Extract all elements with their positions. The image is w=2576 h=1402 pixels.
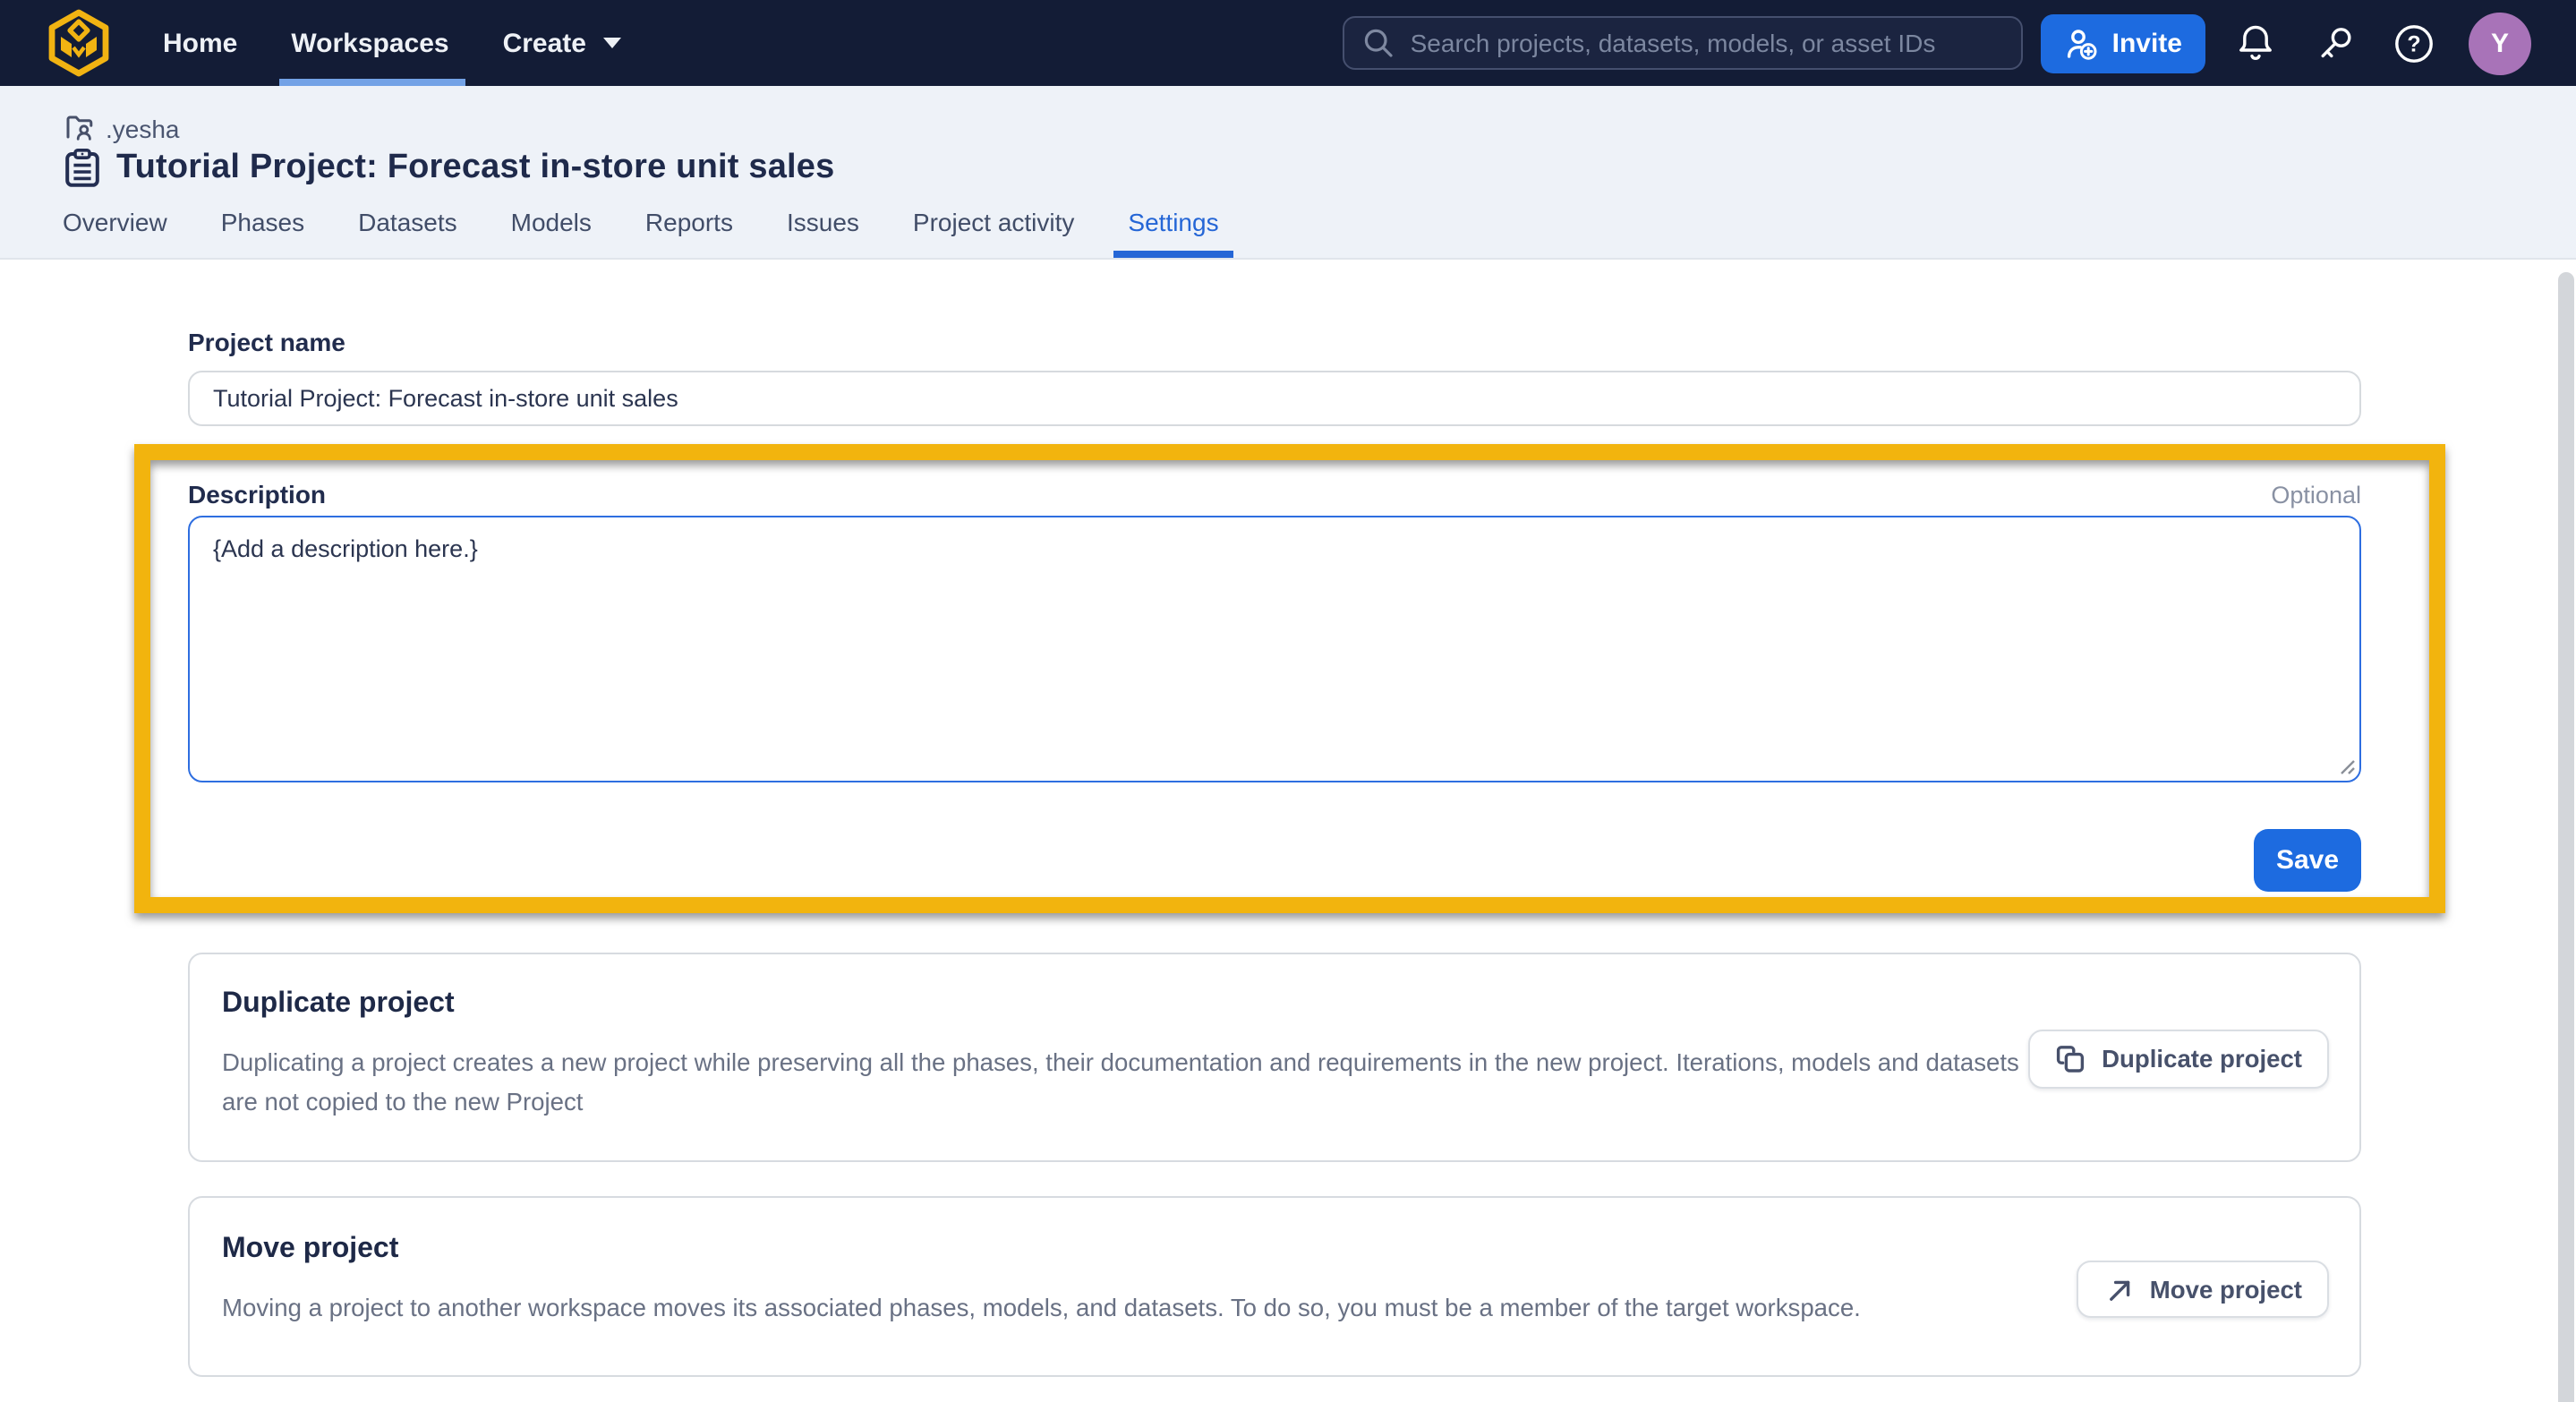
notifications-bell-icon[interactable] xyxy=(2234,21,2277,64)
nav-item-label: Home xyxy=(163,28,237,58)
tab-datasets[interactable]: Datasets xyxy=(354,208,461,258)
description-label: Description xyxy=(188,480,326,509)
nav-item-create[interactable]: Create xyxy=(499,0,624,86)
nav-item-label: Workspaces xyxy=(291,28,448,58)
workspace-folder-icon xyxy=(64,113,95,143)
arrow-up-right-icon xyxy=(2103,1274,2134,1304)
search-input[interactable] xyxy=(1411,29,1983,57)
move-project-description: Moving a project to another workspace mo… xyxy=(222,1289,2048,1328)
move-project-button[interactable]: Move project xyxy=(2077,1261,2329,1318)
invite-button[interactable]: Invite xyxy=(2041,13,2205,73)
tab-phases[interactable]: Phases xyxy=(218,208,308,258)
duplicate-project-heading: Duplicate project xyxy=(222,988,2324,1021)
page-title: Tutorial Project: Forecast in-store unit… xyxy=(116,149,834,188)
tab-project-activity[interactable]: Project activity xyxy=(909,208,1079,258)
tab-reports[interactable]: Reports xyxy=(642,208,737,258)
settings-content: Project name Description Optional {Add a… xyxy=(0,260,2576,1377)
duplicate-project-description: Duplicating a project creates a new proj… xyxy=(222,1044,2048,1121)
description-textarea[interactable]: {Add a description here.} xyxy=(188,516,2361,782)
title-row: Tutorial Project: Forecast in-store unit… xyxy=(64,149,2576,188)
save-button[interactable]: Save xyxy=(2254,829,2361,892)
hexagon-cube-logo-icon xyxy=(48,9,109,77)
project-name-label: Project name xyxy=(188,260,2361,356)
help-glyph: ? xyxy=(2407,31,2420,56)
tab-models[interactable]: Models xyxy=(508,208,595,258)
invite-label: Invite xyxy=(2112,28,2182,58)
move-project-card: Move project Moving a project to another… xyxy=(188,1196,2361,1377)
vertical-scrollbar[interactable] xyxy=(2557,272,2574,1402)
move-button-label: Move project xyxy=(2150,1276,2302,1303)
person-add-icon xyxy=(2064,26,2100,60)
vectice-logo[interactable] xyxy=(48,9,109,77)
project-tabs: Overview Phases Datasets Models Reports … xyxy=(59,208,1269,258)
duplicate-project-button[interactable]: Duplicate project xyxy=(2028,1030,2329,1089)
nav-right-cluster: Invite ? xyxy=(1343,12,2531,74)
nav-item-home[interactable]: Home xyxy=(159,0,241,86)
api-key-icon[interactable] xyxy=(2315,22,2356,64)
move-project-heading: Move project xyxy=(222,1234,2324,1266)
user-avatar[interactable]: Y xyxy=(2469,12,2531,74)
optional-hint: Optional xyxy=(2271,482,2361,509)
app-window: Home Workspaces Create xyxy=(0,0,2576,1402)
nav-item-label: Create xyxy=(503,28,586,58)
project-clipboard-icon xyxy=(64,149,100,188)
resize-handle-icon[interactable] xyxy=(2338,757,2356,775)
nav-item-workspaces[interactable]: Workspaces xyxy=(287,0,452,86)
copy-icon xyxy=(2055,1044,2086,1074)
avatar-initial: Y xyxy=(2491,28,2509,58)
project-header: .yesha Tutorial Project: Forecast in-sto… xyxy=(0,86,2576,260)
top-nav-bar: Home Workspaces Create xyxy=(0,0,2576,86)
breadcrumb[interactable]: .yesha xyxy=(64,86,180,143)
chevron-down-icon xyxy=(602,38,620,48)
project-name-input[interactable] xyxy=(188,371,2361,426)
tab-overview[interactable]: Overview xyxy=(59,208,171,258)
tab-issues[interactable]: Issues xyxy=(783,208,863,258)
duplicate-project-card: Duplicate project Duplicating a project … xyxy=(188,953,2361,1162)
tab-settings[interactable]: Settings xyxy=(1124,208,1222,258)
nav-menu: Home Workspaces Create xyxy=(159,0,624,86)
help-icon[interactable]: ? xyxy=(2392,21,2436,65)
duplicate-button-label: Duplicate project xyxy=(2102,1046,2302,1073)
search-icon xyxy=(1362,27,1395,59)
global-search[interactable] xyxy=(1343,16,2023,70)
breadcrumb-workspace-name: .yesha xyxy=(106,114,180,142)
